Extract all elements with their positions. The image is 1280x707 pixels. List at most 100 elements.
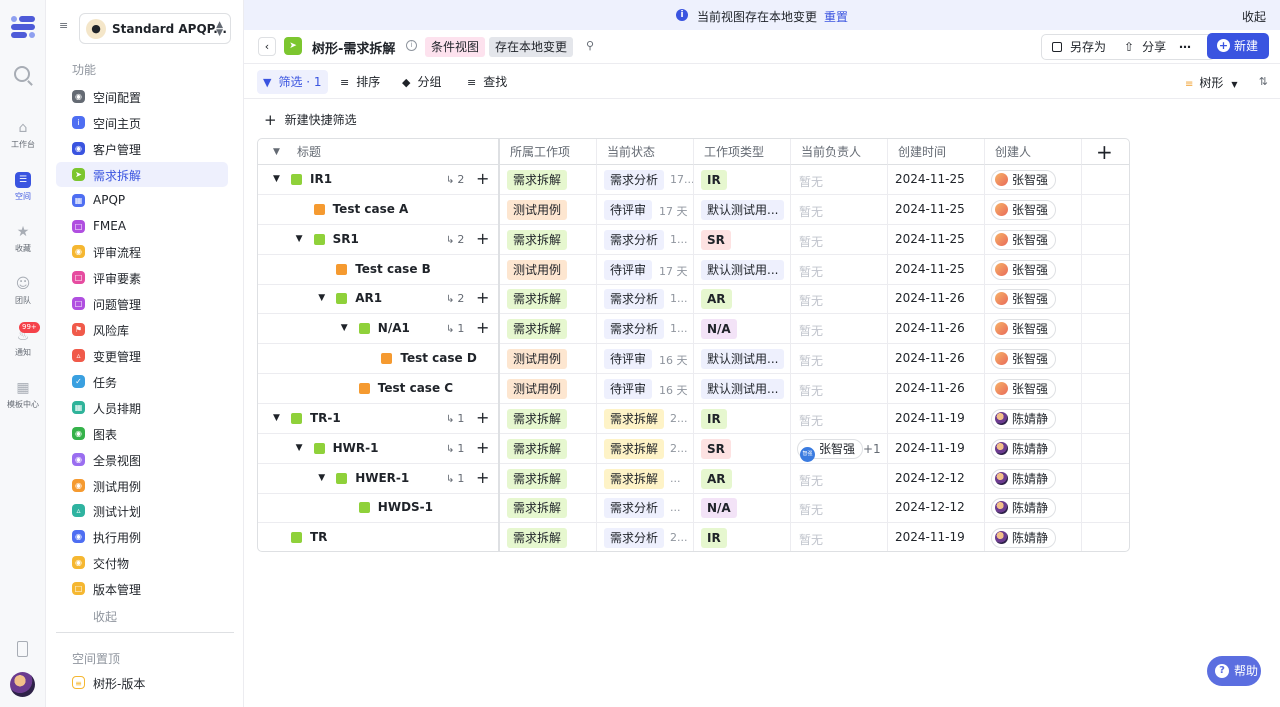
sidebar-item-18[interactable]: ◉ 执行用例	[56, 524, 228, 549]
cell-status[interactable]: 待评审 16 天	[597, 373, 694, 404]
filter-button[interactable]: ▼ 筛选 · 1	[257, 70, 328, 94]
sidebar-item-15[interactable]: ◉ 全景视图	[56, 447, 228, 472]
sidebar-item-12[interactable]: ✓ 任务	[56, 369, 228, 394]
help-button[interactable]: ? 帮助	[1207, 656, 1261, 686]
cell-assignee[interactable]: 暂无	[791, 373, 888, 404]
add-child-icon[interactable]: +	[476, 289, 489, 307]
cell-status[interactable]: 需求分析 1...	[597, 314, 694, 345]
settings-icon[interactable]: ⇅	[1259, 75, 1268, 88]
row-title[interactable]: SR1	[333, 232, 359, 246]
row-title[interactable]: TR-1	[310, 411, 341, 425]
table-row[interactable]: Test case C 测试用例 待评审 16 天默认测试用... 暂无 2024-11-…	[258, 373, 1129, 404]
cell-assignee[interactable]: 暂无	[791, 284, 888, 315]
row-title[interactable]: Test case D	[400, 351, 476, 365]
cell-assignee[interactable]: 暂无	[791, 224, 888, 255]
sidebar-item-4[interactable]: ➤ 需求拆解	[56, 161, 228, 187]
pin-icon[interactable]: ⚲	[586, 39, 594, 52]
sidebar-item-6[interactable]: □ FMEA	[56, 214, 228, 239]
back-button[interactable]: ‹	[258, 37, 276, 56]
assignee-chip[interactable]: 智强 张智强	[797, 438, 864, 462]
find-button[interactable]: ≡ 查找	[461, 70, 513, 94]
sidebar-item-3[interactable]: ◉ 客户管理	[56, 136, 228, 161]
row-title[interactable]: AR1	[355, 291, 382, 305]
table-row[interactable]: ▼ AR1 ↳ 2 + 需求拆解 需求分析 1... AR 暂无 2024-11-26 张智强	[258, 284, 1129, 315]
sidebar-item-10[interactable]: ⚑ 风险库	[56, 317, 228, 342]
user-avatar[interactable]	[10, 672, 35, 697]
row-title[interactable]: Test case C	[378, 381, 453, 395]
collapse-nav-button[interactable]: 收起	[93, 608, 117, 625]
creator-chip[interactable]: 陈婧静	[991, 498, 1057, 519]
creator-chip[interactable]: 张智强	[991, 170, 1057, 190]
column-header-status[interactable]: 当前状态	[597, 139, 694, 165]
cell-status[interactable]: 需求拆解...	[597, 463, 694, 494]
cell-assignee[interactable]: 暂无	[791, 403, 888, 434]
creator-chip[interactable]: 张智强	[991, 289, 1057, 310]
add-child-icon[interactable]: +	[476, 408, 489, 427]
add-child-icon[interactable]: +	[476, 170, 489, 188]
rail-item-space[interactable]: ☰ 空间	[0, 172, 46, 202]
cell-assignee[interactable]: 暂无	[791, 254, 888, 285]
more-button[interactable]: ⋯	[1179, 34, 1191, 60]
sidebar-item-7[interactable]: ◉ 评审流程	[56, 239, 228, 264]
rail-item-templates[interactable]: ▦ 模板中心	[0, 380, 46, 410]
table-row[interactable]: ▼ HWER-1 ↳ 1 + 需求拆解 需求拆解... AR 暂无 2024-12-12 陈婧静	[258, 463, 1129, 494]
row-title[interactable]: IR1	[310, 172, 332, 186]
column-header-assignee[interactable]: 当前负责人	[791, 139, 888, 165]
add-child-icon[interactable]: +	[476, 229, 489, 248]
expand-toggle-icon[interactable]: ▼	[296, 234, 303, 244]
column-header-title[interactable]: 标题	[258, 139, 500, 165]
sidebar-item-20[interactable]: □ 版本管理	[56, 576, 228, 601]
space-selector[interactable]: ● Standard APQP... ▲ ▼	[79, 13, 231, 44]
table-row[interactable]: HWDS-1 需求拆解 需求分析... N/A 暂无 2024-12-12 陈婧静	[258, 493, 1129, 524]
column-header-created[interactable]: 创建时间	[888, 139, 985, 165]
cell-status[interactable]: 需求分析...	[597, 493, 694, 524]
creator-chip[interactable]: 陈婧静	[991, 528, 1057, 549]
sidebar-item-17[interactable]: ▵ 测试计划	[56, 498, 228, 523]
add-child-icon[interactable]: +	[476, 468, 489, 487]
child-count[interactable]: ↳ 1	[446, 442, 464, 455]
add-child-icon[interactable]: +	[476, 438, 489, 457]
collapse-sidebar-icon[interactable]: ≡	[59, 20, 71, 31]
new-button[interactable]: + 新建	[1207, 33, 1269, 59]
table-row[interactable]: ▼ IR1 ↳ 2 + 需求拆解 需求分析 17... IR 暂无 2024-11-25 张智强	[258, 165, 1129, 195]
creator-chip[interactable]: 张智强	[991, 229, 1057, 250]
table-row[interactable]: ▼ N/A1 ↳ 1 + 需求拆解 需求分析 1... N/A 暂无 2024-11-26 张智强	[258, 314, 1129, 345]
column-header-creator[interactable]: 创建人	[985, 139, 1082, 165]
sidebar-item-16[interactable]: ◉ 测试用例	[56, 473, 228, 498]
sidebar-item-9[interactable]: □ 问题管理	[56, 291, 228, 316]
child-count[interactable]: ↳ 2	[446, 292, 464, 305]
column-header-belongs[interactable]: 所属工作项	[500, 139, 597, 165]
row-title[interactable]: TR	[310, 530, 327, 544]
expand-toggle-icon[interactable]: ▼	[296, 443, 303, 453]
child-count[interactable]: ↳ 2	[446, 173, 464, 186]
banner-collapse-button[interactable]: 收起	[1242, 8, 1266, 25]
table-row[interactable]: Test case D 测试用例 待评审 16 天默认测试用... 暂无 2024-11-…	[258, 344, 1129, 375]
child-count[interactable]: ↳ 1	[446, 472, 464, 485]
save-as-button[interactable]: 另存为	[1052, 34, 1106, 60]
cell-assignee[interactable]: 暂无	[791, 344, 888, 375]
expand-toggle-icon[interactable]: ▼	[318, 473, 325, 483]
creator-chip[interactable]: 陈婧静	[991, 438, 1057, 459]
expand-toggle-icon[interactable]: ▼	[341, 323, 348, 333]
sidebar-item-1[interactable]: ◉ 空间配置	[56, 84, 228, 109]
info-icon[interactable]: i	[406, 40, 417, 51]
cell-assignee[interactable]: 暂无	[791, 463, 888, 494]
add-child-icon[interactable]: +	[476, 319, 489, 337]
assignee-extra-count[interactable]: +1	[863, 442, 881, 456]
sort-button[interactable]: ≡ 排序	[334, 70, 386, 94]
cell-assignee[interactable]: 智强 张智强 +1	[791, 433, 888, 464]
cell-status[interactable]: 需求分析 1...	[597, 224, 694, 255]
view-mode-select[interactable]: ≡ 树形 ▼	[1185, 74, 1238, 91]
child-count[interactable]: ↳ 1	[446, 412, 464, 425]
column-header-type[interactable]: 工作项类型	[694, 139, 791, 165]
new-quick-filter-button[interactable]: + 新建快捷筛选	[264, 111, 357, 129]
cell-status[interactable]: 需求拆解 2...	[597, 433, 694, 464]
row-title[interactable]: Test case B	[355, 262, 431, 276]
expand-toggle-icon[interactable]: ▼	[273, 413, 280, 423]
search-icon[interactable]	[14, 66, 30, 82]
cell-status[interactable]: 待评审 17 天	[597, 254, 694, 285]
sidebar-item-19[interactable]: ◉ 交付物	[56, 550, 228, 575]
cell-assignee[interactable]: 暂无	[791, 523, 888, 551]
creator-chip[interactable]: 张智强	[991, 259, 1057, 280]
creator-chip[interactable]: 陈婧静	[991, 468, 1057, 489]
